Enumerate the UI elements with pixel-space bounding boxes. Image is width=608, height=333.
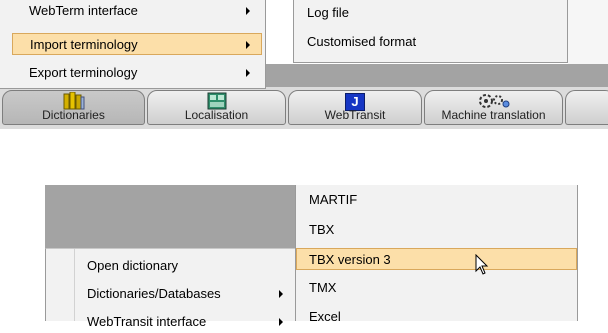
menu-item-tbx[interactable]: TBX bbox=[296, 219, 577, 241]
top-left-menu: WebTerm interface Import terminology Exp… bbox=[0, 0, 266, 89]
menu-item-tmx[interactable]: TMX bbox=[296, 277, 577, 299]
menu-item-martif[interactable]: MARTIF bbox=[296, 189, 577, 211]
machine-translation-button-label: Machine translation bbox=[441, 108, 546, 122]
mouse-pointer-icon bbox=[475, 254, 489, 275]
menu-item-label: Dictionaries/Databases bbox=[87, 286, 221, 301]
menu-item-label: WebTransit interface bbox=[87, 314, 207, 329]
top-right-background bbox=[568, 0, 608, 64]
menu-item-webterm-interface[interactable]: WebTerm interface bbox=[0, 0, 265, 22]
menu-item-excel[interactable]: Excel bbox=[296, 306, 577, 328]
dictionaries-button-label: Dictionaries bbox=[42, 108, 105, 122]
menu-item-label: TBX version 3 bbox=[309, 252, 391, 267]
menu-item-label: WebTerm interface bbox=[29, 3, 138, 18]
import-submenu-top: Log file Customised format bbox=[293, 0, 568, 63]
submenu-arrow-icon bbox=[246, 69, 250, 77]
next-toolbar-button[interactable] bbox=[565, 90, 608, 125]
menu-item-label: MARTIF bbox=[309, 192, 358, 207]
menu-item-webtransit-interface[interactable]: WebTransit interface bbox=[46, 311, 295, 333]
menu-item-label: TMX bbox=[309, 280, 337, 295]
submenu-arrow-icon bbox=[246, 41, 250, 49]
top-grey-area bbox=[265, 64, 608, 87]
menu-item-customised-format[interactable]: Customised format bbox=[294, 31, 567, 53]
menu-item-tbx-version-3[interactable]: TBX version 3 bbox=[296, 248, 577, 270]
submenu-arrow-icon bbox=[279, 318, 283, 326]
menu-item-log-file[interactable]: Log file bbox=[294, 2, 567, 24]
menu-item-label: Open dictionary bbox=[87, 258, 179, 273]
submenu-arrow-icon bbox=[279, 290, 283, 298]
menu-item-label: Log file bbox=[307, 5, 349, 20]
import-submenu-bottom: MARTIF TBX TBX version 3 TMX Excel bbox=[295, 185, 578, 324]
menu-item-dictionaries-databases[interactable]: Dictionaries/Databases bbox=[46, 283, 295, 305]
menu-item-import-terminology[interactable]: Import terminology bbox=[12, 33, 262, 55]
webtransit-button-label: WebTransit bbox=[324, 108, 386, 122]
localisation-button-label: Localisation bbox=[184, 108, 249, 122]
menu-item-open-dictionary[interactable]: Open dictionary bbox=[46, 255, 295, 277]
webtransit-button[interactable]: J WebTransit bbox=[288, 90, 422, 125]
bottom-grey-area bbox=[45, 185, 295, 248]
menu-item-label: Customised format bbox=[307, 34, 417, 49]
bottom-left-menu: Open dictionary Dictionaries/Databases W… bbox=[45, 248, 295, 329]
menu-item-label: Export terminology bbox=[29, 65, 138, 80]
localisation-button[interactable]: Localisation bbox=[147, 90, 286, 125]
menu-item-label: TBX bbox=[309, 222, 335, 237]
menu-item-label: Import terminology bbox=[30, 37, 138, 52]
submenu-arrow-icon bbox=[246, 7, 250, 15]
menu-item-export-terminology[interactable]: Export terminology bbox=[0, 62, 265, 84]
menu-item-label: Excel bbox=[309, 309, 341, 324]
dictionaries-button[interactable]: Dictionaries bbox=[2, 90, 145, 125]
machine-translation-button[interactable]: Machine translation bbox=[424, 90, 563, 125]
